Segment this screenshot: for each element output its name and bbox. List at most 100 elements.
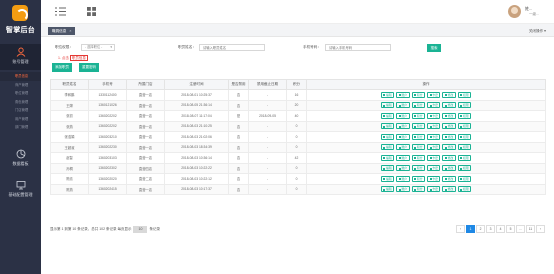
op-button[interactable]: 编辑	[380, 112, 395, 119]
avatar[interactable]	[508, 5, 521, 18]
page-button[interactable]: ›	[536, 225, 545, 233]
cell-reg-time: 2018-08-03 10:22:12	[164, 173, 229, 185]
op-button[interactable]: 卡密	[427, 165, 441, 172]
op-button[interactable]: 权限	[457, 91, 472, 98]
search-button[interactable]: 搜索	[427, 44, 441, 52]
sidebar-item-role[interactable]: 角色管理	[0, 98, 41, 107]
op-button[interactable]: 编辑	[380, 144, 395, 151]
op-button[interactable]: 卡密	[427, 144, 441, 151]
op-button[interactable]: 修改	[442, 123, 456, 130]
sidebar-item-dept[interactable]: 部门管理	[0, 123, 41, 132]
op-button[interactable]: 账户	[396, 91, 410, 98]
sidebar: 智掌后台 账号管理 职员信息 商户管理 职位管理 角色管理 门店管理 用户管理 …	[0, 0, 41, 274]
op-button[interactable]: 积分	[411, 133, 425, 140]
op-button[interactable]: 修改	[442, 91, 456, 98]
name-input[interactable]	[199, 44, 265, 51]
op-icon	[444, 136, 447, 139]
op-button[interactable]: 修改	[442, 144, 456, 151]
op-button[interactable]: 编辑	[380, 165, 395, 172]
op-button[interactable]: 卡密	[427, 186, 441, 193]
op-button[interactable]: 账户	[396, 165, 410, 172]
op-button[interactable]: 编辑	[380, 91, 395, 98]
op-button[interactable]: 卡密	[427, 112, 441, 119]
page-button[interactable]: 3	[486, 225, 495, 233]
cell-reg-time: 2018-08-03 10:17:37	[164, 183, 229, 195]
op-button[interactable]: 积分	[411, 165, 425, 172]
op-button[interactable]: 编辑	[380, 123, 395, 130]
tab-staff-info[interactable]: 職員信息 ×	[48, 27, 76, 35]
op-button[interactable]: 账户	[396, 102, 410, 109]
page-size-select[interactable]: 10	[133, 225, 148, 233]
op-button[interactable]: 账户	[396, 154, 410, 161]
cell-points: 0	[286, 120, 307, 132]
op-button[interactable]: 修改	[442, 112, 456, 119]
page-button[interactable]: 5	[506, 225, 515, 233]
op-button[interactable]: 积分	[411, 154, 425, 161]
sidebar-item-position[interactable]: 职位管理	[0, 89, 41, 98]
op-button[interactable]: 权限	[457, 102, 472, 109]
nav-group-config[interactable]: 基础配置管理	[0, 178, 41, 200]
page-button[interactable]: 11	[526, 225, 535, 233]
op-button[interactable]: 账户	[396, 186, 410, 193]
hamburger-icon[interactable]	[55, 7, 66, 16]
op-button[interactable]: 卡密	[427, 102, 441, 109]
op-button[interactable]: 积分	[411, 175, 425, 182]
page-button[interactable]: 2	[476, 225, 485, 233]
phone-input[interactable]	[325, 44, 391, 51]
op-button[interactable]: 权限	[457, 165, 472, 172]
op-button[interactable]: 积分	[411, 123, 425, 130]
op-button[interactable]: 卡密	[427, 175, 441, 182]
nav-group-account[interactable]: 账号管理	[0, 44, 41, 70]
page-button[interactable]: ...	[516, 225, 525, 233]
page-button[interactable]: 4	[496, 225, 505, 233]
cell-name: 赵智	[50, 152, 89, 164]
op-button[interactable]: 权限	[457, 175, 472, 182]
op-button[interactable]: 权限	[457, 144, 472, 151]
nav-group-data[interactable]: 数据看板	[0, 147, 41, 169]
op-button[interactable]: 账户	[396, 133, 410, 140]
op-button[interactable]: 积分	[411, 91, 425, 98]
grid-icon[interactable]	[87, 7, 96, 16]
hint-boxed: 职员信息	[69, 55, 88, 61]
op-button[interactable]: 修改	[442, 175, 456, 182]
op-button[interactable]: 账户	[396, 175, 410, 182]
op-button[interactable]: 卡密	[427, 154, 441, 161]
add-staff-button[interactable]: 添加职员	[52, 63, 72, 72]
close-operations-dropdown[interactable]: 关闭操作 ▾	[529, 27, 546, 35]
op-button[interactable]: 卡密	[427, 91, 441, 98]
op-button[interactable]: 账户	[396, 112, 410, 119]
op-button[interactable]: 修改	[442, 165, 456, 172]
op-button[interactable]: 编辑	[380, 102, 395, 109]
op-label: 修改	[447, 187, 454, 192]
reset-password-button[interactable]: 重置密码	[79, 63, 99, 72]
op-button[interactable]: 卡密	[427, 123, 441, 130]
sidebar-item-user[interactable]: 用户管理	[0, 115, 41, 124]
op-button[interactable]: 积分	[411, 186, 425, 193]
op-button[interactable]: 积分	[411, 102, 425, 109]
position-select[interactable]: - 选择职位 - ▾	[81, 44, 115, 51]
op-button[interactable]: 权限	[457, 123, 472, 130]
op-button[interactable]: 权限	[457, 133, 472, 140]
op-button[interactable]: 修改	[442, 133, 456, 140]
close-icon[interactable]: ×	[69, 29, 71, 33]
page-button[interactable]: ‹	[456, 225, 465, 233]
op-button[interactable]: 修改	[442, 186, 456, 193]
op-button[interactable]: 卡密	[427, 133, 441, 140]
op-button[interactable]: 编辑	[380, 186, 395, 193]
sidebar-item-merchant[interactable]: 商户管理	[0, 81, 41, 90]
op-button[interactable]: 权限	[457, 154, 472, 161]
op-button[interactable]: 权限	[457, 112, 472, 119]
op-button[interactable]: 修改	[442, 154, 456, 161]
sidebar-item-staff[interactable]: 职员信息	[0, 72, 41, 81]
op-button[interactable]: 账户	[396, 144, 410, 151]
op-button[interactable]: 权限	[457, 186, 472, 193]
op-button[interactable]: 编辑	[380, 175, 395, 182]
op-button[interactable]: 修改	[442, 102, 456, 109]
page-button[interactable]: 1	[466, 225, 475, 233]
sidebar-item-store[interactable]: 门店管理	[0, 106, 41, 115]
op-button[interactable]: 积分	[411, 112, 425, 119]
op-button[interactable]: 编辑	[380, 133, 395, 140]
op-button[interactable]: 账户	[396, 123, 410, 130]
op-button[interactable]: 积分	[411, 144, 425, 151]
op-button[interactable]: 编辑	[380, 154, 395, 161]
